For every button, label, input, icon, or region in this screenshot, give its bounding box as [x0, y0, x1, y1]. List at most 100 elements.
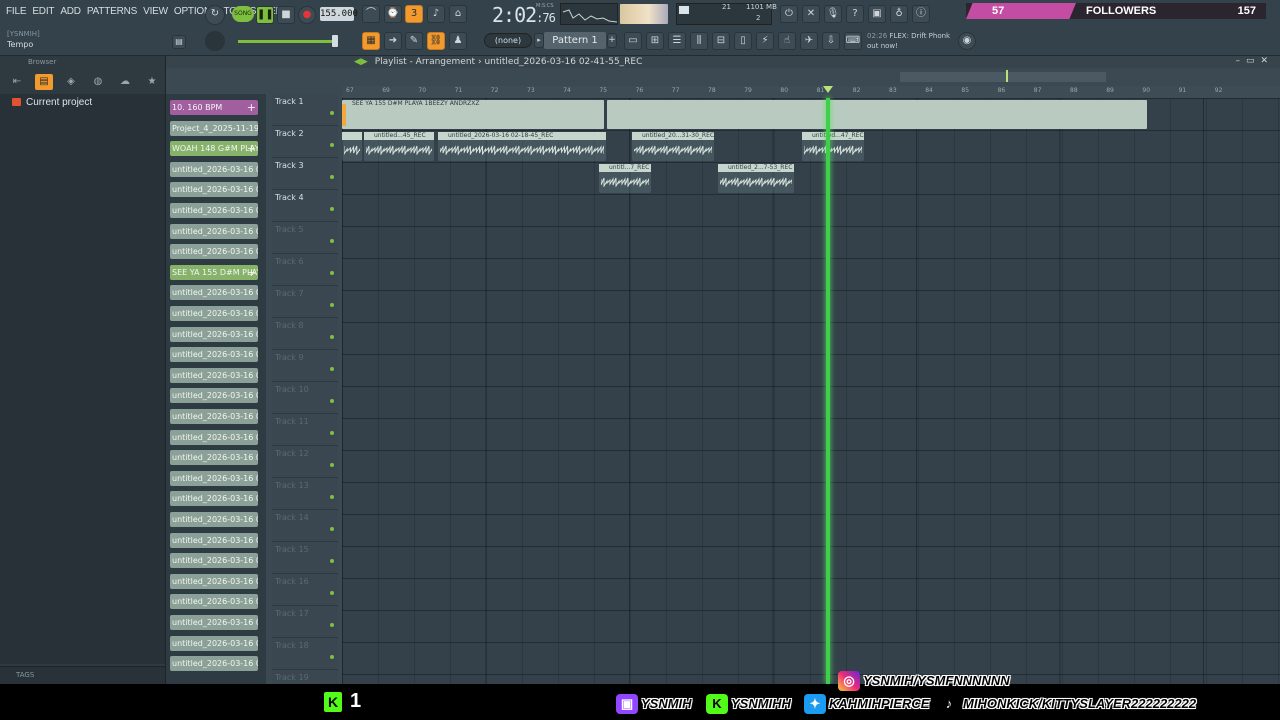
track-header[interactable]: Track 12 [272, 446, 338, 478]
channel-rack-icon[interactable]: ☰ [668, 32, 686, 50]
loop-icon[interactable]: ↻ [205, 5, 225, 25]
help-icon[interactable]: ? [846, 5, 864, 23]
plug-icon[interactable]: ⚡ [756, 32, 774, 50]
pause-button[interactable]: ❚❚ [256, 6, 274, 24]
track-mute-led[interactable] [330, 239, 334, 243]
pattern-item[interactable]: 10. 160 BPM + [170, 100, 258, 115]
track-header[interactable]: Track 1 [272, 94, 338, 126]
track-header[interactable]: Track 14 [272, 510, 338, 542]
pattern-item[interactable]: untitled_2026-03-16 01-... [170, 388, 258, 404]
audio-clip[interactable]: untitled...47_REC [802, 132, 864, 161]
next-icon[interactable]: ➜ [384, 32, 402, 50]
star-icon[interactable]: ★ [143, 74, 161, 90]
playhead-marker[interactable] [823, 86, 833, 93]
track-header[interactable]: Track 18 [272, 638, 338, 670]
pattern-item[interactable]: untitled_2026-03-16 01-... [170, 553, 258, 569]
track-mute-led[interactable] [330, 111, 334, 115]
track-mute-led[interactable] [330, 431, 334, 435]
menu-add[interactable]: ADD [60, 6, 81, 17]
pattern-item[interactable]: untitled_2026-03-16 01-... [170, 203, 258, 218]
track-mute-led[interactable] [330, 335, 334, 339]
track-mute-led[interactable] [330, 623, 334, 627]
pattern-item[interactable]: untitled_2026-03-16 01-... [170, 367, 258, 383]
audio-clip[interactable]: untitled_2...7-53_REC [718, 164, 794, 193]
pattern-add-icon[interactable]: + [247, 100, 256, 115]
pattern-selector[interactable]: Pattern 1 [544, 32, 606, 49]
pattern-item[interactable]: untitled_2026-03-16 01-... [170, 532, 258, 548]
pattern-item[interactable]: Project_4_2025-11-19 1... [170, 120, 258, 136]
blend-notes-icon[interactable]: ⌂ [449, 5, 467, 23]
track-header[interactable]: Track 11 [272, 414, 338, 446]
rocket-icon[interactable]: ✈ [800, 32, 818, 50]
save-icon[interactable]: ▣ [868, 5, 886, 23]
track-mute-led[interactable] [330, 463, 334, 467]
audio-clip[interactable] [342, 132, 362, 161]
pattern-item[interactable]: untitled_2026-03-16 01-... [170, 512, 258, 527]
timeline-ruler[interactable]: 67 69 70 71 72 73 74 75 76 77 78 79 80 81 82 83 84 85 86 87… [342, 86, 1280, 98]
sounds-icon[interactable]: ◍ [89, 74, 107, 90]
record-button[interactable]: ● [298, 6, 316, 24]
arrangement-grid[interactable]: SEE YA 155 D#M PLAYA 1BEEZY ANDRZXZ untit… [342, 98, 1280, 684]
pattern-add-icon[interactable]: + [247, 265, 256, 280]
news-ticker[interactable]: 02:26 FLEX: Drift Phonk out now! [867, 31, 950, 51]
pattern-item[interactable]: untitled_2026-03-16 01-... [170, 470, 258, 486]
add-pattern-icon[interactable]: + [607, 33, 617, 48]
pattern-item[interactable]: untitled_2026-03-16 01-... [170, 161, 258, 177]
plugin-icon[interactable]: ⊟ [712, 32, 730, 50]
track-mute-led[interactable] [330, 591, 334, 595]
pattern-item[interactable]: untitled_2026-03-16 01-... [170, 182, 258, 198]
minimize-icon[interactable]: – [1235, 56, 1246, 66]
pattern-item[interactable]: untitled_2026-03-16 01-... [170, 409, 258, 424]
track-mute-led[interactable] [330, 527, 334, 531]
countdown-icon[interactable]: 3 [405, 5, 423, 23]
audio-clip[interactable] [607, 100, 1147, 129]
pattern-item[interactable]: untitled_2026-03-16 01-... [170, 306, 258, 321]
track-mute-led[interactable] [330, 399, 334, 403]
menu-view[interactable]: VIEW [143, 6, 168, 17]
horizontal-scrollbar[interactable] [900, 72, 1106, 82]
pattern-item[interactable]: untitled_2026-03-16 01-... [170, 223, 258, 239]
pattern-item[interactable]: untitled_2026-03-16 01-... [170, 656, 258, 672]
track-header[interactable]: Track 7 [272, 286, 338, 318]
audio-clip[interactable]: SEE YA 155 D#M PLAYA 1BEEZY ANDRZXZ [342, 100, 604, 129]
stop-button[interactable]: ■ [277, 6, 295, 24]
pattern-add-icon[interactable]: + [247, 141, 256, 156]
reset-icon[interactable]: ⏻ [780, 5, 798, 23]
menu-patterns[interactable]: PATTERNS [87, 6, 137, 17]
track-header[interactable]: Track 8 [272, 318, 338, 350]
mixer-icon[interactable]: ▭ [624, 32, 642, 50]
maximize-icon[interactable]: ▭ [1246, 56, 1261, 66]
tags-field[interactable]: TAGS [0, 666, 165, 684]
audio-clip[interactable]: untitl...7_REC [599, 164, 651, 193]
draw-icon[interactable]: ✎ [405, 32, 423, 50]
master-volume-slider[interactable] [238, 40, 338, 43]
master-pitch-knob[interactable] [205, 31, 225, 51]
menu-edit[interactable]: EDIT [32, 6, 54, 17]
pattern-prev-icon[interactable]: ▸ [534, 33, 544, 48]
current-project-folder[interactable]: Current project [12, 97, 92, 108]
track-header[interactable]: Track 5 [272, 222, 338, 254]
download-icon[interactable]: ⇩ [822, 32, 840, 50]
output-icon[interactable]: ▤ [172, 35, 186, 49]
mixer-faders-icon[interactable]: ⫼ [690, 32, 708, 50]
track-header[interactable]: Track 13 [272, 478, 338, 510]
pattern-item[interactable]: SEE YA 155 D#M PLAY... + [170, 264, 258, 280]
track-mute-led[interactable] [330, 655, 334, 659]
microphone-icon[interactable]: 🎙 [824, 5, 842, 23]
pattern-item[interactable]: untitled_2026-03-16 01-... [170, 450, 258, 466]
pattern-item[interactable]: untitled_2026-03-16 01-... [170, 326, 258, 342]
playlist-arrow-icon[interactable]: ◀▶ [354, 57, 368, 67]
master-volume-handle[interactable] [332, 35, 338, 47]
pattern-item[interactable]: untitled_2026-03-16 01-... [170, 347, 258, 363]
pattern-item[interactable]: untitled_2026-03-16 01-... [170, 491, 258, 507]
track-header[interactable]: Track 10 [272, 382, 338, 414]
track-mute-led[interactable] [330, 303, 334, 307]
collapse-icon[interactable]: ⇤ [8, 74, 26, 90]
track-header[interactable]: Track 9 [272, 350, 338, 382]
pattern-item[interactable]: untitled_2026-03-16 01-... [170, 573, 258, 589]
pattern-item[interactable]: untitled_2026-03-16 01-... [170, 429, 258, 445]
track-header[interactable]: Track 6 [272, 254, 338, 286]
track-mute-led[interactable] [330, 175, 334, 179]
cloud-icon[interactable]: ☁ [116, 74, 134, 90]
track-header[interactable]: Track 15 [272, 542, 338, 574]
